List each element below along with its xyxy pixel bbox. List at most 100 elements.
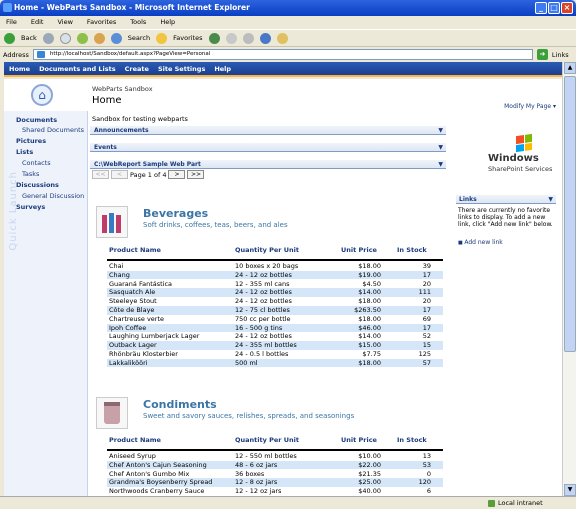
quick-discussions[interactable]: Discussions xyxy=(16,181,59,189)
window-title: Home - WebParts Sandbox - Microsoft Inte… xyxy=(14,3,250,12)
cell-product-name: Chai xyxy=(109,262,124,270)
webpart-webreport[interactable]: C:\WebReport Sample Web Part ▼ xyxy=(90,160,446,169)
quick-documents[interactable]: Documents xyxy=(16,116,57,124)
go-arrow-icon[interactable]: ➜ xyxy=(536,49,548,60)
scroll-up-icon[interactable]: ▲ xyxy=(564,62,576,74)
last-page-button[interactable]: >> xyxy=(187,170,205,179)
table-header: Product Name Quantity Per Unit Unit Pric… xyxy=(107,246,443,256)
prev-page-button[interactable]: < xyxy=(111,170,128,179)
cell-in-stock: 69 xyxy=(422,314,431,323)
menu-favorites[interactable]: Favorites xyxy=(87,18,116,29)
no-links-message: There are currently no favorite links to… xyxy=(458,207,553,228)
nav-home[interactable]: Home xyxy=(9,65,30,73)
print-icon[interactable] xyxy=(242,32,254,44)
table-row: Rhönbräu Klosterbier 24 - 0.5 l bottles $7… xyxy=(107,350,443,359)
table-row: Chef Anton's Cajun Seasoning 48 - 6 oz ja… xyxy=(107,460,443,470)
menu-edit[interactable]: Edit xyxy=(31,18,44,29)
cell-in-stock: 17 xyxy=(422,270,431,279)
back-label[interactable]: Back xyxy=(21,34,37,42)
page-indicator: Page 1 of 4 xyxy=(130,170,167,179)
cell-unit-price: $4.50 xyxy=(362,279,381,288)
table-row: Grandma's Boysenberry Spread 12 - 8 oz ja… xyxy=(107,478,443,487)
nav-help[interactable]: Help xyxy=(214,65,231,73)
menu-bar: File Edit View Favorites Tools Help xyxy=(0,16,576,29)
cell-unit-price: $14.00 xyxy=(358,288,381,297)
refresh-icon[interactable] xyxy=(76,32,88,44)
address-input[interactable]: http://localhost/Sandbox/default.aspx?Pa… xyxy=(32,49,533,60)
cell-product-name: Guaraná Fantástica xyxy=(109,279,173,288)
chevron-down-icon[interactable]: ▼ xyxy=(438,126,443,135)
chevron-down-icon[interactable]: ▼ xyxy=(438,160,443,169)
category-title: Beverages xyxy=(143,207,209,220)
history-icon[interactable] xyxy=(208,32,220,44)
next-page-button[interactable]: > xyxy=(168,170,186,179)
search-icon[interactable] xyxy=(110,32,122,44)
menu-tools[interactable]: Tools xyxy=(130,18,146,29)
home-icon: ⌂ xyxy=(31,84,53,106)
forward-icon[interactable] xyxy=(42,32,54,44)
edit-icon[interactable] xyxy=(259,32,271,44)
site-description: Sandbox for testing webparts xyxy=(92,115,188,123)
windows-flag-icon xyxy=(516,133,532,153)
add-new-link[interactable]: Add new link xyxy=(458,239,502,246)
chevron-down-icon[interactable]: ▼ xyxy=(438,143,443,152)
cell-in-stock: 57 xyxy=(422,358,431,367)
cell-quantity: 24 - 0.5 l bottles xyxy=(235,350,289,358)
maximize-button[interactable]: □ xyxy=(548,2,560,14)
webpart-announcements[interactable]: Announcements ▼ xyxy=(90,126,446,135)
links-title: Links xyxy=(459,196,477,203)
menu-help[interactable]: Help xyxy=(160,18,175,29)
table-row: Chef Anton's Gumbo Mix 36 boxes $21.35 0 xyxy=(107,470,443,479)
links-label[interactable]: Links xyxy=(552,51,569,59)
cell-product-name: Grandma's Boysenberry Spread xyxy=(109,478,213,487)
first-page-button[interactable]: << xyxy=(92,170,109,179)
table-row: Steeleye Stout 24 - 12 oz bottles $18.00 20 xyxy=(107,297,443,306)
quick-general-discussion[interactable]: General Discussion xyxy=(22,192,84,200)
chevron-down-icon[interactable]: ▼ xyxy=(548,195,553,204)
scroll-thumb[interactable] xyxy=(564,76,576,352)
table-row: Sasquatch Ale 24 - 12 oz bottles $14.00 111 xyxy=(107,288,443,297)
cell-quantity: 24 - 12 oz bottles xyxy=(235,270,292,279)
vertical-scrollbar[interactable]: ▲ ▼ xyxy=(562,62,576,496)
quick-surveys[interactable]: Surveys xyxy=(16,203,45,211)
menu-file[interactable]: File xyxy=(6,18,17,29)
favorites-label[interactable]: Favorites xyxy=(173,34,202,42)
pager: << < Page 1 of 4 > >> xyxy=(92,170,205,179)
webpart-events[interactable]: Events ▼ xyxy=(90,143,446,152)
close-button[interactable]: × xyxy=(561,2,573,14)
webpart-title: C:\WebReport Sample Web Part xyxy=(94,161,201,168)
cell-in-stock: 15 xyxy=(422,341,431,350)
folder-icon[interactable] xyxy=(276,32,288,44)
menu-view[interactable]: View xyxy=(57,18,72,29)
nav-create[interactable]: Create xyxy=(125,65,149,73)
quick-lists[interactable]: Lists xyxy=(16,148,33,156)
cell-unit-price: $10.00 xyxy=(358,452,381,460)
modify-page-menu[interactable]: Modify My Page ▾ xyxy=(504,103,556,110)
webpart-links[interactable]: Links ▼ xyxy=(456,195,556,204)
mail-icon[interactable] xyxy=(225,32,237,44)
category-description: Soft drinks, coffees, teas, beers, and a… xyxy=(143,221,288,229)
search-label[interactable]: Search xyxy=(128,34,150,42)
nav-documents-and-lists[interactable]: Documents and Lists xyxy=(39,65,116,73)
cell-in-stock: 125 xyxy=(418,350,431,358)
table-row: Côte de Blaye 12 - 75 cl bottles $263.50 17 xyxy=(107,306,443,315)
quick-contacts[interactable]: Contacts xyxy=(22,159,51,167)
cell-product-name: Chang xyxy=(109,270,130,279)
stop-icon[interactable] xyxy=(59,32,71,44)
nav-site-settings[interactable]: Site Settings xyxy=(158,65,205,73)
minimize-button[interactable]: _ xyxy=(535,2,547,14)
col-in-stock: In Stock xyxy=(397,246,427,254)
quick-pictures[interactable]: Pictures xyxy=(16,137,46,145)
table-row: Northwoods Cranberry Sauce 12 - 12 oz jar… xyxy=(107,487,443,496)
security-zone: Local intranet xyxy=(486,497,543,509)
cell-product-name: Northwoods Cranberry Sauce xyxy=(109,487,205,496)
table-row: Ipoh Coffee 16 - 500 g tins $46.00 17 xyxy=(107,323,443,333)
cell-in-stock: 17 xyxy=(422,306,431,314)
scroll-down-icon[interactable]: ▼ xyxy=(564,484,576,496)
quick-shared-documents[interactable]: Shared Documents xyxy=(22,126,84,134)
cell-quantity: 10 boxes x 20 bags xyxy=(235,262,299,270)
home-icon[interactable] xyxy=(93,32,105,44)
favorites-icon[interactable] xyxy=(156,32,168,44)
quick-tasks[interactable]: Tasks xyxy=(22,170,39,178)
back-icon[interactable] xyxy=(4,32,15,44)
